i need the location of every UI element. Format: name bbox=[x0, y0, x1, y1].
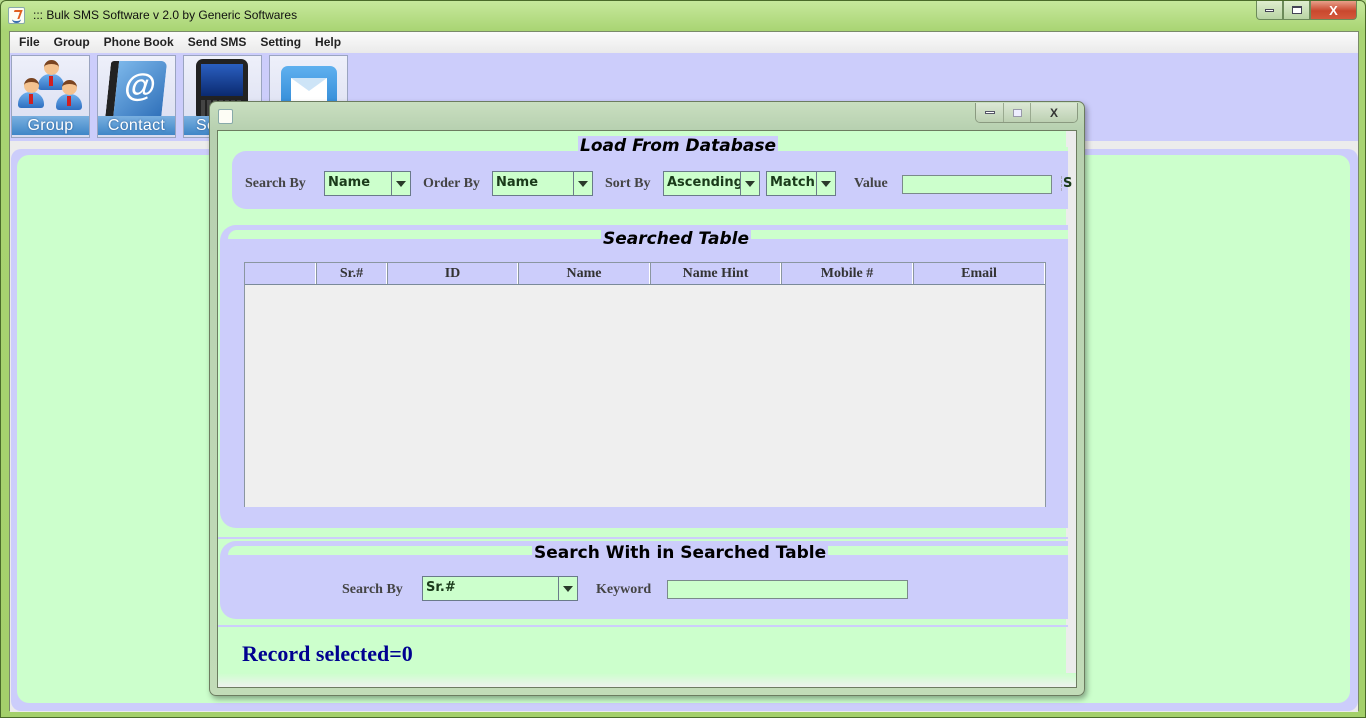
match-combo[interactable]: Match bbox=[766, 171, 836, 196]
window-controls: X bbox=[1256, 1, 1357, 21]
chevron-down-icon[interactable] bbox=[573, 172, 592, 195]
close-button[interactable]: X bbox=[1310, 1, 1357, 20]
menu-setting[interactable]: Setting bbox=[253, 32, 308, 53]
divider bbox=[218, 537, 1068, 539]
maximize-button[interactable] bbox=[1283, 1, 1310, 20]
search-by-label: Search By bbox=[245, 176, 306, 191]
divider bbox=[218, 625, 1068, 627]
load-section-title: Load From Database bbox=[578, 136, 778, 156]
maximize-icon bbox=[1012, 108, 1022, 117]
table-header: Sr.# ID Name Name Hint Mobile # Email bbox=[245, 263, 1045, 285]
close-icon: X bbox=[1049, 105, 1058, 120]
address-book-icon: @ bbox=[104, 61, 168, 121]
menu-send-sms[interactable]: Send SMS bbox=[181, 32, 254, 53]
order-by-value: Name bbox=[496, 175, 539, 190]
menu-file[interactable]: File bbox=[12, 32, 47, 53]
sort-order-value: Ascending bbox=[667, 175, 740, 190]
chevron-down-icon[interactable] bbox=[740, 172, 759, 195]
column-header-email[interactable]: Email bbox=[913, 263, 1045, 284]
dialog-maximize-button[interactable] bbox=[1003, 103, 1030, 122]
search-button[interactable]: S bbox=[1061, 176, 1072, 191]
dialog-close-button[interactable]: X bbox=[1030, 103, 1077, 122]
close-icon: X bbox=[1329, 2, 1338, 18]
minimize-button[interactable] bbox=[1256, 1, 1283, 20]
value-label: Value bbox=[854, 176, 888, 191]
dialog-minimize-button[interactable] bbox=[976, 103, 1003, 122]
load-from-database-dialog: X Load From Database Search By Name Orde… bbox=[209, 101, 1085, 696]
column-header-sr[interactable]: Sr.# bbox=[316, 263, 387, 284]
title-bar[interactable]: ::: Bulk SMS Software v 2.0 by Generic S… bbox=[1, 1, 1365, 31]
keyword-label: Keyword bbox=[596, 582, 652, 597]
search-within-value: Sr.# bbox=[426, 580, 456, 595]
column-header-name-hint[interactable]: Name Hint bbox=[650, 263, 781, 284]
chevron-down-icon[interactable] bbox=[391, 172, 410, 195]
java-app-icon bbox=[8, 7, 25, 24]
java-app-icon bbox=[218, 109, 233, 124]
maximize-icon bbox=[1291, 6, 1302, 14]
match-value: Match bbox=[770, 175, 815, 190]
menu-phone-book[interactable]: Phone Book bbox=[97, 32, 181, 53]
minimize-icon bbox=[984, 111, 995, 114]
column-header-id[interactable]: ID bbox=[387, 263, 518, 284]
dialog-content: Load From Database Search By Name Order … bbox=[217, 130, 1077, 688]
menu-help[interactable]: Help bbox=[308, 32, 348, 53]
window-title: ::: Bulk SMS Software v 2.0 by Generic S… bbox=[33, 8, 298, 22]
bottom-edge bbox=[218, 673, 1076, 687]
search-by-value: Name bbox=[328, 175, 371, 190]
contact-button-label: Contact bbox=[98, 116, 175, 135]
menu-group[interactable]: Group bbox=[47, 32, 97, 53]
order-by-label: Order By bbox=[423, 176, 480, 191]
minimize-icon bbox=[1265, 8, 1274, 12]
column-header-name[interactable]: Name bbox=[518, 263, 650, 284]
column-header-select[interactable] bbox=[245, 263, 316, 284]
searched-table[interactable]: Sr.# ID Name Name Hint Mobile # Email bbox=[244, 262, 1046, 507]
contact-button[interactable]: @ Contact bbox=[97, 55, 176, 138]
group-button-label: Group bbox=[12, 116, 89, 135]
users-group-icon bbox=[12, 56, 89, 120]
group-button[interactable]: Group bbox=[11, 55, 90, 138]
record-selected-status: Record selected=0 bbox=[242, 641, 413, 666]
table-section-title: Searched Table bbox=[601, 229, 752, 249]
search-within-combo[interactable]: Sr.# bbox=[422, 576, 578, 601]
search-within-section: Search With in Searched Table Search By … bbox=[220, 541, 1068, 619]
column-header-mobile[interactable]: Mobile # bbox=[781, 263, 913, 284]
sort-order-combo[interactable]: Ascending bbox=[663, 171, 760, 196]
order-by-combo[interactable]: Name bbox=[492, 171, 593, 196]
menu-bar: File Group Phone Book Send SMS Setting H… bbox=[10, 32, 1358, 53]
keyword-input[interactable] bbox=[667, 580, 908, 599]
load-section: Load From Database Search By Name Order … bbox=[220, 133, 1072, 220]
value-input[interactable] bbox=[902, 175, 1052, 194]
sort-by-label: Sort By bbox=[605, 176, 651, 191]
search-by-combo[interactable]: Name bbox=[324, 171, 411, 196]
table-body[interactable] bbox=[245, 285, 1045, 507]
search-within-title: Search With in Searched Table bbox=[532, 543, 829, 563]
chevron-down-icon[interactable] bbox=[816, 172, 835, 195]
search-by-label-2: Search By bbox=[342, 582, 403, 597]
chevron-down-icon[interactable] bbox=[558, 577, 577, 600]
dialog-controls: X bbox=[975, 103, 1078, 123]
